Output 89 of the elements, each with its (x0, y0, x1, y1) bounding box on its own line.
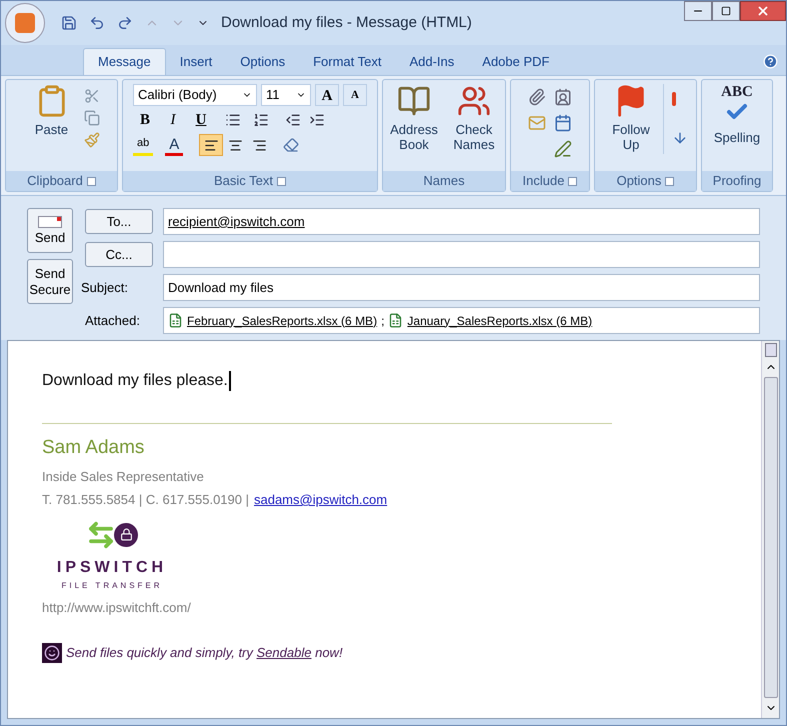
stationery-icon[interactable] (764, 343, 776, 357)
send-button[interactable]: Send (27, 208, 73, 253)
address-button[interactable]: To... (85, 209, 153, 234)
vertical-scrollbar[interactable] (761, 341, 779, 718)
business-card-icon[interactable] (554, 88, 572, 106)
group-label: Proofing (712, 172, 762, 190)
scroll-thumb[interactable] (764, 377, 778, 698)
ribbon-tab[interactable]: Adobe PDF (468, 48, 564, 75)
maximize-icon (721, 6, 731, 16)
format-button[interactable]: U (189, 109, 213, 131)
signature-phone: T. 781.555.5854 | C. 617.555.0190 | (42, 491, 249, 509)
people-icon (457, 84, 491, 118)
font-color-button[interactable]: A (165, 134, 184, 156)
increase-indent-icon[interactable] (309, 112, 325, 128)
dialog-launcher-icon[interactable] (86, 176, 96, 186)
signature-icon[interactable] (554, 140, 572, 158)
font-size-field[interactable]: 11 (261, 84, 311, 106)
attachments-field[interactable]: February_SalesReports.xlsx (6 MB) ; January_SalesReports.xlsx (6 MB) (163, 307, 760, 334)
align-icon (204, 138, 219, 152)
paste-button[interactable]: Paste (24, 84, 80, 137)
sendable-link[interactable]: Sendable (256, 645, 312, 660)
field-label: Subject: (81, 278, 129, 297)
format-button[interactable]: B (133, 109, 157, 131)
recipient-field[interactable]: recipient@ipswitch.com (163, 208, 760, 235)
ribbon-tab[interactable]: Options (226, 48, 300, 75)
spreadsheet-icon (388, 313, 404, 328)
signature-name: Sam Adams (42, 436, 146, 460)
clear-formatting-icon[interactable] (283, 137, 300, 153)
grow-font-button[interactable]: A (315, 84, 339, 106)
ribbon-tab[interactable]: Format Text (299, 48, 396, 75)
highlight-button[interactable]: ab (133, 134, 154, 156)
shrink-font-button[interactable]: A (343, 84, 367, 106)
check-names-button[interactable]: Check Names (446, 84, 502, 152)
follow-up-button[interactable]: Follow Up (603, 84, 659, 152)
address-button[interactable]: Cc... (85, 242, 153, 267)
window-title: Download my files - Message (HTML) (221, 12, 472, 33)
bullets-icon[interactable] (225, 112, 241, 128)
align-button[interactable] (199, 134, 224, 156)
align-icon (252, 138, 267, 152)
envelope-icon (38, 216, 62, 228)
help-icon[interactable] (763, 54, 778, 69)
font-name-field[interactable]: Calibri (Body) (133, 84, 257, 106)
ribbon-tab[interactable]: Message (83, 48, 166, 75)
save-icon[interactable] (61, 15, 77, 31)
address-book-button[interactable]: Address Book (386, 84, 442, 152)
spreadsheet-icon (168, 313, 183, 328)
spelling-button[interactable]: ABC Spelling (714, 84, 760, 148)
align-icon (228, 138, 243, 152)
subject-field[interactable]: Download my files (163, 274, 760, 301)
group-label: Basic Text (214, 172, 273, 190)
low-importance-icon[interactable] (672, 130, 688, 146)
maximize-button[interactable] (712, 1, 740, 21)
ribbon-tab[interactable]: Insert (166, 48, 226, 75)
numbering-icon[interactable] (253, 112, 269, 128)
paperclip-icon[interactable] (528, 88, 546, 106)
attachment-link[interactable]: January_SalesReports.xlsx (6 MB) (407, 312, 592, 330)
signature-title: Inside Sales Representative (42, 468, 205, 486)
smiley-logo-icon (42, 643, 62, 663)
redo-icon[interactable] (117, 15, 133, 31)
undo-icon[interactable] (89, 15, 105, 31)
body-text: Download my files please. (42, 371, 228, 391)
attachment-link[interactable]: February_SalesReports.xlsx (6 MB) (187, 312, 378, 330)
dialog-launcher-icon[interactable] (277, 176, 286, 186)
field-label: Attached: (84, 312, 141, 330)
recipient-field[interactable] (163, 241, 760, 268)
group-label: Names (423, 172, 465, 190)
decrease-indent-icon[interactable] (285, 112, 301, 128)
book-icon (397, 84, 431, 118)
send-secure-button[interactable]: Send Secure (27, 259, 73, 304)
copy-icon[interactable] (84, 110, 100, 126)
group-label: Include (522, 172, 564, 190)
format-button[interactable]: I (161, 109, 185, 131)
separator-text: ; (381, 312, 384, 330)
website-url: http://www.ipswitchft.com/ (42, 598, 192, 617)
office-button[interactable] (5, 3, 45, 43)
cut-icon[interactable] (84, 88, 100, 104)
group-label: Options (616, 172, 662, 190)
promo-text: Send files quickly and simply, try Sendable now! (66, 644, 343, 662)
dialog-launcher-icon[interactable] (665, 176, 674, 186)
ipswitch-logo: IPSWITCH FILE TRANSFER (42, 520, 182, 592)
close-button[interactable] (740, 1, 786, 21)
close-icon (756, 4, 770, 18)
text-cursor (228, 371, 231, 391)
email-link[interactable]: sadams@ipswitch.com (254, 490, 388, 510)
dialog-launcher-icon[interactable] (568, 176, 578, 186)
ribbon-tab[interactable]: Add-Ins (395, 48, 468, 75)
calendar-icon[interactable] (554, 114, 572, 132)
group-label: Clipboard (27, 172, 83, 190)
high-importance-icon[interactable] (672, 92, 676, 106)
